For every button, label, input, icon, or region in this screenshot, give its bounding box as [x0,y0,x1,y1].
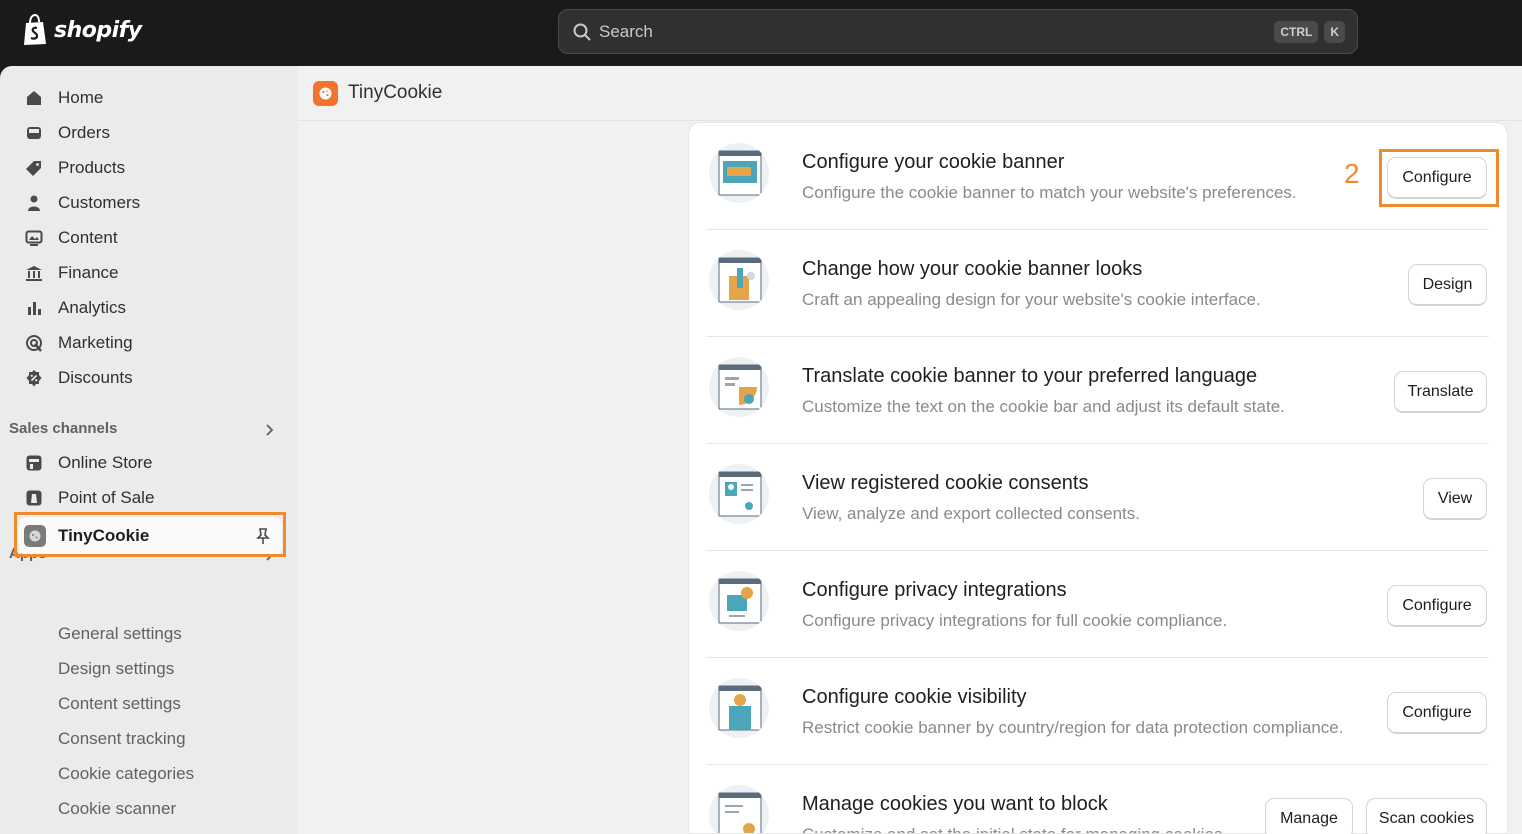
discount-icon [24,368,44,388]
translate-button[interactable]: Translate [1394,371,1487,413]
sidebar-item-orders[interactable]: Orders [24,118,110,148]
design-button[interactable]: Design [1408,264,1487,306]
sidebar-item-label: Home [58,88,104,107]
privacy-integrations-illustration-icon [709,571,769,631]
sidebar-item-label: Discounts [58,368,133,387]
consents-illustration-icon [709,464,769,524]
row-title: Translate cookie banner to your preferre… [802,365,1258,387]
row-title: Configure privacy integrations [802,579,1067,601]
sidebar-item-finance[interactable]: Finance [24,258,118,288]
sidebar-item-online-store[interactable]: Online Store [24,448,153,478]
tinycookie-logo-icon [313,80,338,106]
orders-icon [24,123,44,143]
highlight-box-step-1 [14,512,286,557]
brand-name: shopify [54,17,142,43]
translate-illustration-icon [709,357,769,417]
sidebar-item-label: Point of Sale [58,488,155,507]
sidebar: Home Orders Products Customers Content F… [0,66,298,834]
row-title: View registered cookie consents [802,472,1089,494]
search-icon [573,23,591,41]
list-item: View registered cookie consents View, an… [707,444,1489,551]
sidebar-item-label: Marketing [58,333,133,352]
shortcut-key-ctrl: CTRL [1274,20,1319,43]
bar-chart-icon [24,298,44,318]
sidebar-subitem-content-settings[interactable]: Content settings [58,694,181,714]
design-illustration-icon [709,250,769,310]
search-placeholder: Search [599,21,653,41]
sidebar-item-analytics[interactable]: Analytics [24,293,126,323]
row-title: Configure cookie visibility [802,686,1027,708]
store-icon [24,453,44,473]
sidebar-item-products[interactable]: Products [24,153,125,183]
sidebar-subitem-consent-tracking[interactable]: Consent tracking [58,729,186,749]
sidebar-item-home[interactable]: Home [24,83,103,113]
row-description: View, analyze and export collected conse… [802,504,1141,523]
row-description: Craft an appealing design for your websi… [802,290,1261,309]
search-input[interactable]: Search CTRL K [558,9,1358,54]
list-item: Configure privacy integrations Configure… [707,551,1489,658]
sidebar-item-label: Content [58,228,118,247]
tag-icon [24,158,44,178]
list-item: Configure cookie visibility Restrict coo… [707,658,1489,765]
list-item: Configure your cookie banner Configure t… [707,123,1489,230]
row-description: Configure privacy integrations for full … [802,611,1228,630]
bank-icon [24,263,44,283]
step-number-2: 2 [1344,158,1360,189]
row-description: Customize and set the initial state for … [802,825,1227,833]
features-card: Configure your cookie banner Configure t… [688,122,1508,834]
sidebar-subitem-cookie-scanner[interactable]: Cookie scanner [58,799,176,819]
list-item: Change how your cookie banner looks Craf… [707,230,1489,337]
visibility-illustration-icon [709,678,769,738]
app-header: TinyCookie [298,66,1522,121]
row-title: Configure your cookie banner [802,151,1065,173]
block-cookies-illustration-icon [709,785,769,833]
row-description: Customize the text on the cookie bar and… [802,397,1285,416]
sidebar-item-label: Online Store [58,453,153,472]
top-bar: shopify Search CTRL K [0,0,1522,66]
sidebar-item-label: Finance [58,263,119,282]
shortcut-key-k: K [1324,20,1345,43]
sidebar-item-point-of-sale[interactable]: Point of Sale [24,483,154,513]
row-title: Change how your cookie banner looks [802,258,1143,280]
app-title: TinyCookie [348,82,443,103]
scan-cookies-button[interactable]: Scan cookies [1366,798,1487,834]
row-title: Manage cookies you want to block [802,793,1108,815]
configure-integrations-button[interactable]: Configure [1387,585,1487,627]
configure-visibility-button[interactable]: Configure [1387,692,1487,734]
sidebar-subitem-general-settings[interactable]: General settings [58,624,182,644]
view-consents-button[interactable]: View [1423,478,1487,520]
row-description: Configure the cookie banner to match you… [802,183,1297,202]
sales-channels-heading[interactable]: Sales channels [9,420,117,437]
image-icon [24,228,44,248]
sidebar-item-label: Analytics [58,298,127,317]
sidebar-item-label: Customers [58,193,141,212]
highlight-box-step-2 [1379,149,1499,207]
main-content: TinyCookie Configure your cookie banner … [298,66,1522,834]
sidebar-item-customers[interactable]: Customers [24,188,140,218]
row-description: Restrict cookie banner by country/region… [802,718,1344,737]
shopify-bag-icon [24,14,46,45]
sidebar-item-marketing[interactable]: Marketing [24,328,133,358]
chevron-right-icon[interactable] [262,423,276,437]
sidebar-item-label: Products [58,158,126,177]
sidebar-item-content[interactable]: Content [24,223,118,253]
sidebar-item-discounts[interactable]: Discounts [24,363,133,393]
sidebar-subitem-cookie-categories[interactable]: Cookie categories [58,764,194,784]
home-icon [24,88,44,108]
person-icon [24,193,44,213]
sidebar-subitem-design-settings[interactable]: Design settings [58,659,174,679]
sidebar-item-label: Orders [58,123,110,142]
shopify-logo[interactable]: shopify [22,14,142,46]
target-icon [24,333,44,353]
pos-icon [24,488,44,508]
list-item: Translate cookie banner to your preferre… [707,337,1489,444]
manage-cookies-button[interactable]: Manage [1265,798,1353,834]
cookie-banner-illustration-icon [709,143,769,203]
